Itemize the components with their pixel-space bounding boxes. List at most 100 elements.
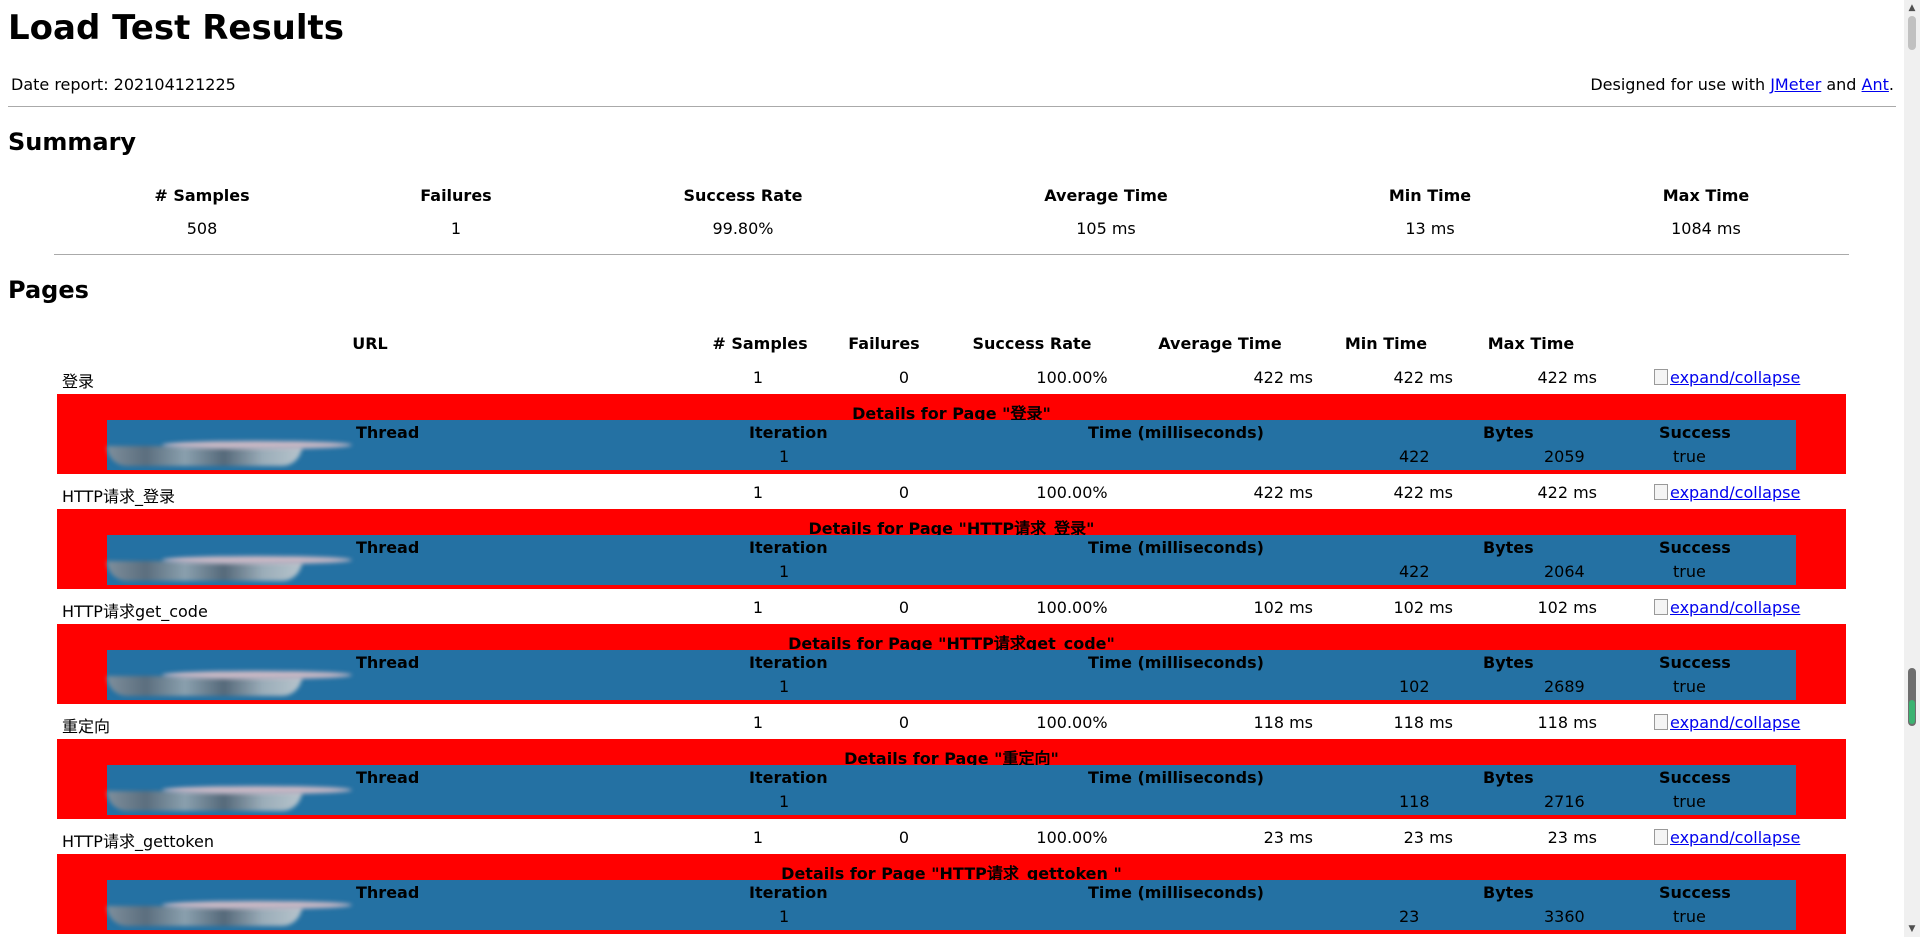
expand-collapse-toggle[interactable]: expand/collapse	[1654, 828, 1800, 847]
page-row: HTTP请求_gettoken 1 0 100.00% 23 ms 23 ms …	[57, 819, 1846, 855]
page-success-rate: 100.00%	[1036, 368, 1108, 387]
detail-success: true	[1673, 677, 1706, 696]
pages-col-min-time: Min Time	[1344, 334, 1428, 353]
summary-col-samples: # Samples	[154, 186, 250, 205]
designed-suffix: .	[1888, 75, 1894, 94]
page-row: 登录 1 0 100.00% 422 ms 422 ms 422 ms expa…	[57, 359, 1846, 395]
detail-bytes: 3360	[1544, 907, 1585, 926]
page-max-time: 422 ms	[1537, 368, 1597, 387]
expand-collapse-toggle[interactable]: expand/collapse	[1654, 368, 1800, 387]
page-success-rate: 100.00%	[1036, 598, 1108, 617]
header-divider	[8, 106, 1896, 107]
detail-success: true	[1673, 907, 1706, 926]
page-average-time: 422 ms	[1253, 368, 1313, 387]
detail-bytes: 2689	[1544, 677, 1585, 696]
expand-collapse-link[interactable]: expand/collapse	[1670, 828, 1800, 847]
vertical-scrollbar[interactable]: ▲ ▼	[1904, 0, 1920, 937]
page-failures: 0	[898, 483, 910, 502]
page-success-rate: 100.00%	[1036, 713, 1108, 732]
summary-col-min-time: Min Time	[1388, 186, 1472, 205]
ant-link[interactable]: Ant	[1862, 75, 1889, 94]
detail-col-iteration: Iteration	[749, 883, 828, 902]
page-url: HTTP请求get_code	[62, 602, 208, 621]
summary-col-success-rate: Success Rate	[683, 186, 803, 205]
page-samples: 1	[752, 828, 764, 847]
detail-col-time: Time (milliseconds)	[1088, 538, 1264, 557]
detail-col-bytes: Bytes	[1483, 653, 1534, 672]
page-max-time: 118 ms	[1537, 713, 1597, 732]
expand-collapse-link[interactable]: expand/collapse	[1670, 483, 1800, 502]
page-detail-panel: Details for Page "HTTP请求_gettoken " Thre…	[57, 854, 1846, 934]
scroll-down-arrow-icon[interactable]: ▼	[1904, 921, 1920, 937]
redacted-thread-name	[107, 906, 302, 926]
page-row: HTTP请求get_code 1 0 100.00% 102 ms 102 ms…	[57, 589, 1846, 625]
page-success-rate: 100.00%	[1036, 483, 1108, 502]
broken-image-icon	[1654, 484, 1668, 500]
page-min-time: 422 ms	[1393, 368, 1453, 387]
detail-col-iteration: Iteration	[749, 538, 828, 557]
detail-bytes: 2059	[1544, 447, 1585, 466]
page-min-time: 102 ms	[1393, 598, 1453, 617]
detail-iteration: 1	[779, 562, 790, 581]
page-detail-panel: Details for Page "登录" Thread Iteration T…	[57, 394, 1846, 474]
jmeter-link[interactable]: JMeter	[1770, 75, 1821, 94]
redaction-smudge	[162, 671, 352, 679]
page-url: 登录	[62, 372, 95, 391]
detail-col-success: Success	[1659, 538, 1731, 557]
detail-col-success: Success	[1659, 423, 1731, 442]
pages-col-average-time: Average Time	[1158, 334, 1282, 353]
designed-mid: and	[1821, 75, 1862, 94]
redaction-smudge	[162, 441, 352, 449]
detail-bytes: 2716	[1544, 792, 1585, 811]
page-detail-panel: Details for Page "HTTP请求get_code" Thread…	[57, 624, 1846, 704]
summary-max-time-value: 1084 ms	[1671, 219, 1741, 238]
page-average-time: 23 ms	[1263, 828, 1313, 847]
detail-col-bytes: Bytes	[1483, 883, 1534, 902]
detail-col-time: Time (milliseconds)	[1088, 883, 1264, 902]
detail-time: 422	[1399, 447, 1430, 466]
summary-col-max-time: Max Time	[1662, 186, 1750, 205]
scrollbar-position-indicator	[1909, 700, 1915, 724]
page-max-time: 102 ms	[1537, 598, 1597, 617]
page-average-time: 422 ms	[1253, 483, 1313, 502]
broken-image-icon	[1654, 599, 1668, 615]
page-row: HTTP请求_登录 1 0 100.00% 422 ms 422 ms 422 …	[57, 474, 1846, 510]
detail-col-thread: Thread	[356, 883, 420, 902]
expand-collapse-toggle[interactable]: expand/collapse	[1654, 483, 1800, 502]
redacted-thread-name	[107, 446, 302, 466]
designed-for-note: Designed for use with JMeter and Ant.	[1590, 75, 1894, 94]
page-success-rate: 100.00%	[1036, 828, 1108, 847]
expand-collapse-link[interactable]: expand/collapse	[1670, 368, 1800, 387]
detail-iteration: 1	[779, 907, 790, 926]
detail-col-thread: Thread	[356, 423, 420, 442]
detail-table: Thread Iteration Time (milliseconds) Byt…	[107, 765, 1796, 815]
pages-heading: Pages	[8, 276, 89, 304]
expand-collapse-link[interactable]: expand/collapse	[1670, 713, 1800, 732]
redacted-thread-name	[107, 791, 302, 811]
detail-table: Thread Iteration Time (milliseconds) Byt…	[107, 420, 1796, 470]
expand-collapse-link[interactable]: expand/collapse	[1670, 598, 1800, 617]
page-failures: 0	[898, 713, 910, 732]
detail-col-thread: Thread	[356, 768, 420, 787]
broken-image-icon	[1654, 714, 1668, 730]
scroll-up-arrow-icon[interactable]: ▲	[1904, 0, 1920, 16]
pages-col-url: URL	[352, 334, 388, 353]
pages-col-max-time: Max Time	[1487, 334, 1575, 353]
summary-col-failures: Failures	[420, 186, 492, 205]
detail-col-bytes: Bytes	[1483, 768, 1534, 787]
page-row: 重定向 1 0 100.00% 118 ms 118 ms 118 ms exp…	[57, 704, 1846, 740]
redacted-thread-name	[107, 676, 302, 696]
broken-image-icon	[1654, 369, 1668, 385]
expand-collapse-toggle[interactable]: expand/collapse	[1654, 598, 1800, 617]
scrollbar-track-marker	[1908, 16, 1916, 50]
detail-col-bytes: Bytes	[1483, 423, 1534, 442]
detail-col-time: Time (milliseconds)	[1088, 653, 1264, 672]
detail-time: 23	[1399, 907, 1420, 926]
expand-collapse-toggle[interactable]: expand/collapse	[1654, 713, 1800, 732]
detail-col-success: Success	[1659, 768, 1731, 787]
page-samples: 1	[752, 368, 764, 387]
report-viewport: Load Test Results Date report: 202104121…	[0, 0, 1904, 937]
detail-bytes: 2064	[1544, 562, 1585, 581]
page-detail-panel: Details for Page "HTTP请求_登录" Thread Iter…	[57, 509, 1846, 589]
page-failures: 0	[898, 598, 910, 617]
